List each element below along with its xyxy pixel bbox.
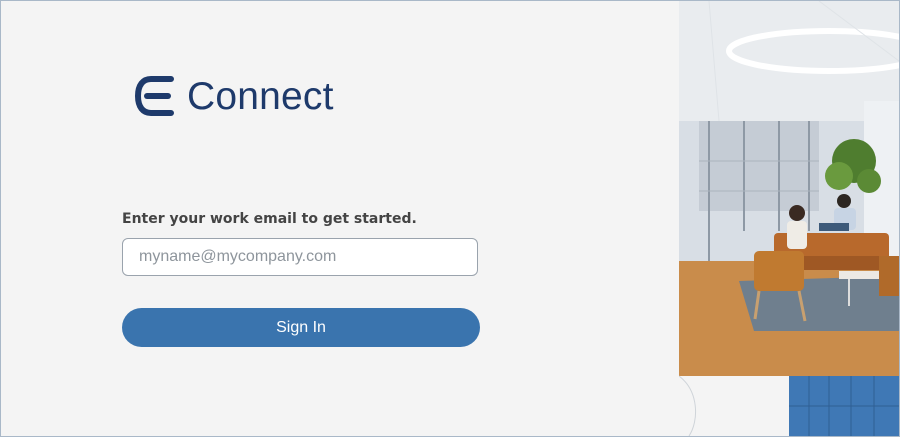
email-prompt: Enter your work email to get started. [122,211,417,227]
sign-in-button[interactable]: Sign In [122,308,480,347]
office-lounge-photo [679,1,899,436]
brand-name: Connect [187,74,334,118]
email-field[interactable] [122,238,478,276]
hero-photo [679,1,899,436]
e-letter-logo-icon [135,76,174,116]
login-page: Connect Enter your work email to get sta… [0,0,900,437]
brand-logo: Connect [135,75,334,117]
login-panel: Connect Enter your work email to get sta… [1,1,679,436]
